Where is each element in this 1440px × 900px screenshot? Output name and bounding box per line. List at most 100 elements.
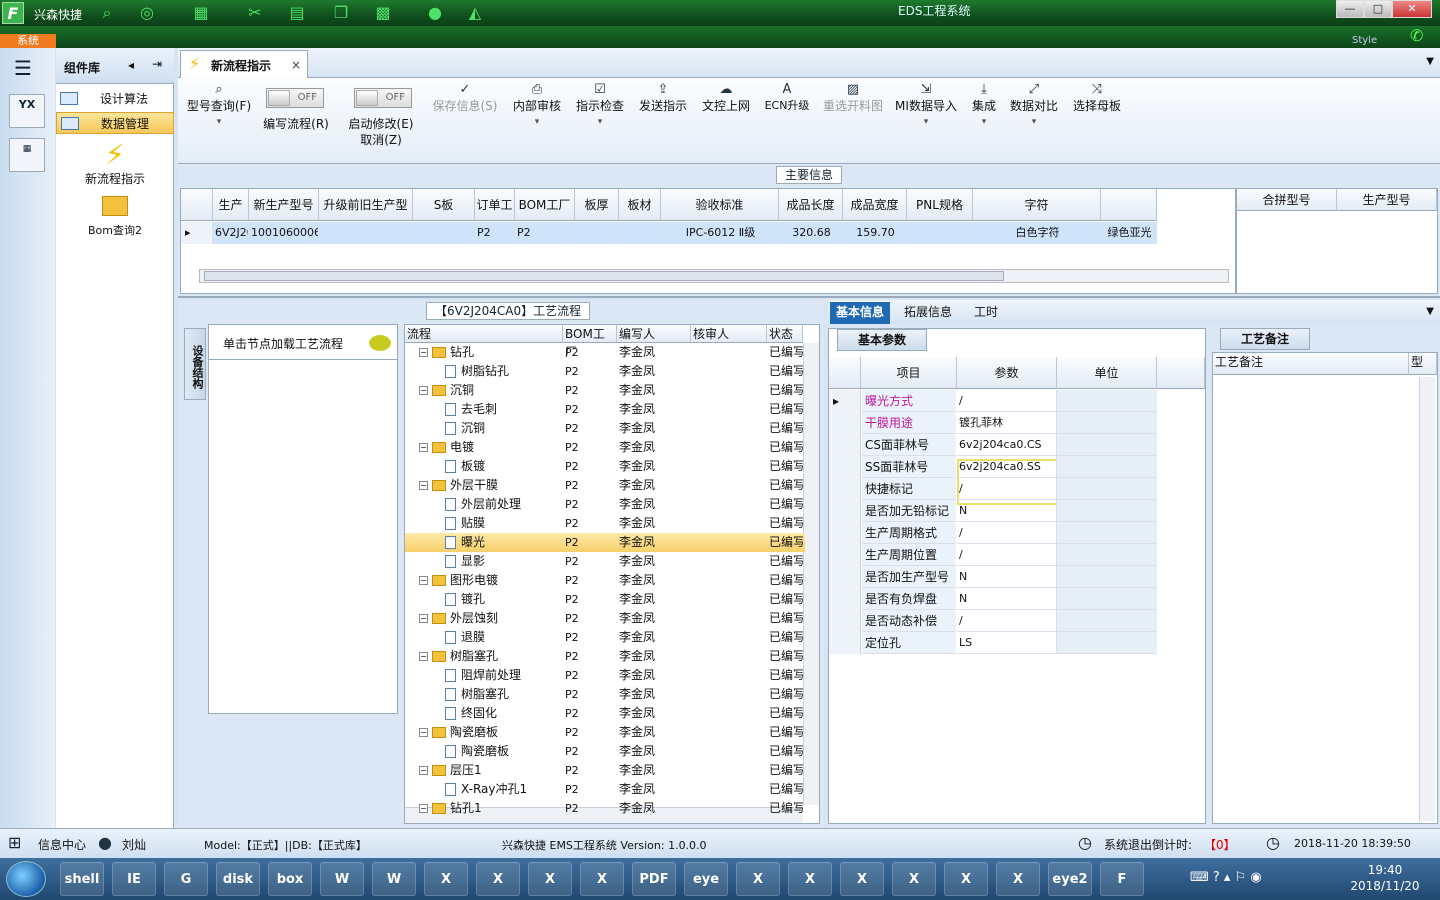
param-value[interactable]: / (957, 390, 1057, 412)
tree-row[interactable]: 显影 P2 李金凤 已编写 (405, 552, 805, 571)
tree-row[interactable]: 终固化 P2 李金凤 已编写 (405, 704, 805, 723)
chart-icon[interactable]: ◭ (464, 3, 486, 23)
collapse-icon[interactable]: ◂ (128, 58, 134, 72)
scissors-icon[interactable]: ✂ (244, 3, 266, 23)
param-unit[interactable] (1057, 588, 1157, 610)
taskbar-clock[interactable]: 19:40 2018/11/20 (1340, 862, 1430, 894)
param-value[interactable]: N (957, 588, 1057, 610)
taskbar-app-ie-icon[interactable]: IE (112, 862, 156, 896)
tree-row[interactable]: 退膜 P2 李金凤 已编写 (405, 628, 805, 647)
tree-row[interactable]: − 钻孔1 P2 李金凤 已编写 (405, 799, 805, 818)
lifebuoy-icon[interactable]: ◎ (136, 3, 158, 23)
column-header[interactable]: 升级前旧生产型号 (319, 189, 413, 244)
equipment-structure-tab[interactable]: 设备结构 (184, 328, 206, 400)
param-unit[interactable] (1057, 456, 1157, 478)
select-motherboard-button[interactable]: ⤨ 选择母板 (1070, 82, 1124, 114)
tree-row[interactable]: 曝光 P2 李金凤 已编写 (405, 533, 805, 552)
param-row[interactable]: 是否动态补偿 / (829, 610, 1207, 632)
column-header[interactable]: 板材 (619, 189, 661, 221)
collapse-toggle-icon[interactable]: − (419, 443, 428, 452)
column-header[interactable]: 订单工厂 (475, 189, 515, 244)
vertical-scrollbar[interactable] (803, 343, 819, 805)
tree-row[interactable]: − 层压1 P2 李金凤 已编写 (405, 761, 805, 780)
calculator-icon[interactable]: ▦ (9, 138, 45, 172)
tree-row[interactable]: − 外层干膜 P2 李金凤 已编写 (405, 476, 805, 495)
param-unit[interactable] (1057, 566, 1157, 588)
column-header[interactable]: 参数 (957, 357, 1057, 389)
collapse-toggle-icon[interactable]: − (419, 614, 428, 623)
user-icon[interactable]: ● (424, 3, 446, 23)
column-header[interactable]: 型 (1409, 353, 1437, 375)
column-header[interactable]: 成品宽度 (843, 189, 907, 221)
sidebar-item-design-algorithm[interactable]: 设计算法 (56, 88, 174, 110)
column-header[interactable]: 单位 (1057, 357, 1157, 389)
tree-row[interactable]: 树脂钻孔 P2 李金凤 已编写 (405, 362, 805, 381)
tree-row[interactable]: 树脂塞孔 P2 李金凤 已编写 (405, 685, 805, 704)
table-cell[interactable] (413, 222, 475, 244)
column-header[interactable]: 生产型号 (213, 189, 249, 244)
tree-row[interactable]: 去毛刺 P2 李金凤 已编写 (405, 400, 805, 419)
film-icon[interactable]: ▤ (286, 3, 308, 23)
taskbar-app-shell-icon[interactable]: shell (60, 862, 104, 896)
tree-row[interactable]: 镀孔 P2 李金凤 已编写 (405, 590, 805, 609)
param-row[interactable]: 是否有负焊盘 N (829, 588, 1207, 610)
data-compare-button[interactable]: ⤢ 数据对比 ▾ (1008, 82, 1060, 130)
param-row[interactable]: ▸ 曝光方式 / (829, 390, 1207, 412)
table-cell[interactable] (619, 222, 661, 244)
taskbar-app-eye-icon[interactable]: eye (684, 862, 728, 896)
tab-dropdown-icon[interactable]: ▼ (1426, 56, 1434, 67)
sidebar-item-data-management[interactable]: 数据管理 (56, 112, 174, 134)
param-unit[interactable] (1057, 390, 1157, 412)
param-unit[interactable] (1057, 434, 1157, 456)
taskbar-app-f-icon[interactable]: F (1100, 862, 1144, 896)
mi-import-button[interactable]: ⇲ MI数据导入 ▾ (894, 82, 958, 130)
model-query-button[interactable]: ⌕ 型号查询(F) ▾ (184, 82, 254, 130)
hamburger-menu-icon[interactable]: ☰ (14, 56, 32, 80)
close-button[interactable]: ✕ (1392, 0, 1432, 18)
tree-row[interactable]: X-Ray冲孔1 P2 李金凤 已编写 (405, 780, 805, 799)
taskbar-app-box-icon[interactable]: box (268, 862, 312, 896)
basic-params-tab[interactable]: 基本参数 (837, 329, 928, 351)
tab-work-hours[interactable]: 工时 (968, 302, 1004, 324)
table-cell[interactable]: 绿色亚光 (1101, 222, 1157, 244)
sidebar-item-yx[interactable]: YX (9, 94, 45, 128)
column-header[interactable]: 项目 (861, 357, 957, 389)
param-unit[interactable] (1057, 522, 1157, 544)
integrate-button[interactable]: ⤓ 集成 ▾ (966, 82, 1002, 130)
taskbar-app-eye2-icon[interactable]: eye2 (1048, 862, 1092, 896)
param-row[interactable]: 快捷标记 / (829, 478, 1207, 500)
param-value[interactable]: 镀孔菲林 (957, 412, 1057, 434)
column-header[interactable]: 成品长度 (779, 189, 843, 221)
param-row[interactable]: 是否加生产型号 N (829, 566, 1207, 588)
tray-icons[interactable]: ⌨ ? ▴ ⚐ ◉ (1190, 870, 1262, 885)
column-header[interactable]: S板 (413, 189, 475, 221)
table-cell[interactable] (575, 222, 619, 244)
style-menu[interactable]: Style (1352, 35, 1377, 46)
tree-row[interactable]: − 树脂塞孔 P2 李金凤 已编写 (405, 647, 805, 666)
taskbar-app-x-icon[interactable]: X (840, 862, 884, 896)
taskbar-app-x-icon[interactable]: X (736, 862, 780, 896)
param-unit[interactable] (1057, 544, 1157, 566)
table-cell[interactable]: 159.70 (843, 222, 907, 244)
tree-row[interactable]: − 钻孔 P2 李金凤 已编写 (405, 343, 805, 362)
table-cell[interactable]: 320.68 (779, 222, 843, 244)
write-process-toggle[interactable]: OFF (266, 88, 324, 108)
ecn-upgrade-button[interactable]: A ECN升级 (762, 82, 812, 114)
param-row[interactable]: CS面菲林号 6v2j204ca0.CS (829, 434, 1207, 456)
param-unit[interactable] (1057, 478, 1157, 500)
param-row[interactable]: 定位孔 LS (829, 632, 1207, 654)
taskbar-app-disk-icon[interactable]: disk (216, 862, 260, 896)
param-unit[interactable] (1057, 412, 1157, 434)
column-header[interactable]: 核审人 (691, 325, 767, 343)
column-header[interactable]: 板厚 (575, 189, 619, 221)
grid-icon[interactable]: ▦ (190, 3, 212, 23)
column-header[interactable]: 验收标准 (661, 189, 779, 221)
taskbar-app-x-icon[interactable]: X (424, 862, 468, 896)
send-instruction-button[interactable]: ⇪ 发送指示 (636, 82, 690, 114)
tab-extended-info[interactable]: 拓展信息 (898, 302, 958, 324)
param-unit[interactable] (1057, 500, 1157, 522)
taskbar-app-x-icon[interactable]: X (944, 862, 988, 896)
taskbar-app-x-icon[interactable]: X (892, 862, 936, 896)
bom-query-item[interactable]: Bom查询2 (56, 196, 174, 238)
doc-control-button[interactable]: ☁ 文控上网 (698, 82, 754, 114)
